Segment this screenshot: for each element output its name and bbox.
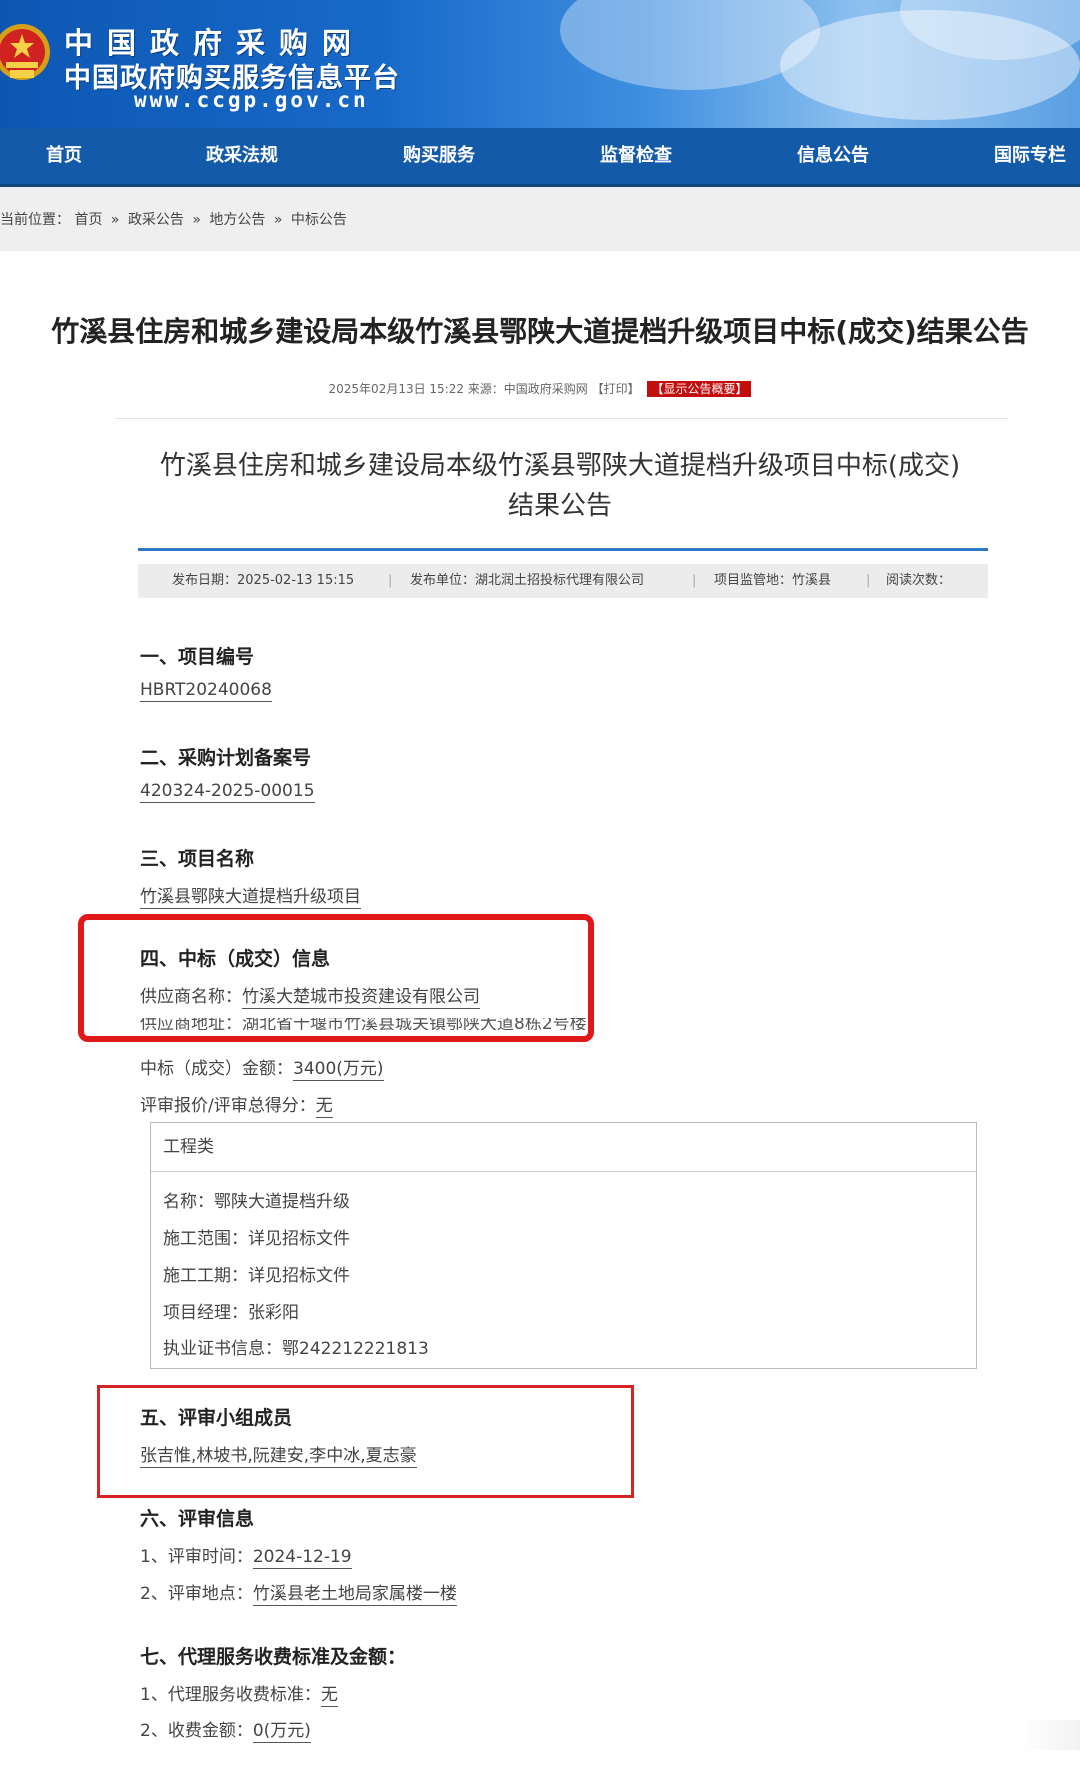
highlight-award-info <box>78 914 594 1042</box>
review-time-label: 1、评审时间： <box>140 1547 253 1567</box>
nav-item-purchase-services[interactable]: 购买服务 <box>403 128 475 184</box>
main-nav: 首页 政采法规 购买服务 监督检查 信息公告 国际专栏 <box>0 128 1080 187</box>
nav-item-international[interactable]: 国际专栏 <box>994 128 1066 184</box>
site-banner: 中国政府采购网 中国政府购买服务信息平台 www.ccgp.gov.cn <box>0 0 1080 128</box>
divider <box>115 418 1008 419</box>
info-divider: | <box>692 573 697 588</box>
scroll-indicator <box>1020 1720 1080 1750</box>
project-detail-row: 施工范围：详见招标文件 <box>163 1229 350 1249</box>
project-detail-row: 项目经理：张彩阳 <box>163 1303 299 1323</box>
announcement-title-line1: 竹溪县住房和城乡建设局本级竹溪县鄂陕大道提档升级项目中标(成交) <box>159 451 961 481</box>
project-number-value: HBRT20240068 <box>140 680 272 702</box>
article-meta: 2025年02月13日 15:22 来源：中国政府采购网 【打印】 【显示公告概… <box>0 380 1080 397</box>
review-score-row: 评审报价/评审总得分：无 <box>140 1091 333 1118</box>
nav-item-home[interactable]: 首页 <box>46 128 82 184</box>
project-detail-row: 名称：鄂陕大道提档升级 <box>163 1192 350 1212</box>
plan-record-value: 420324-2025-00015 <box>140 781 315 803</box>
highlight-review-panel <box>97 1385 634 1498</box>
review-place-row: 2、评审地点：竹溪县老土地局家属楼一楼 <box>140 1579 457 1606</box>
show-summary-button[interactable]: 【显示公告概要】 <box>647 381 752 397</box>
section-heading-project-name: 三、项目名称 <box>140 848 255 870</box>
supervision-location: 项目监管地：竹溪县 <box>714 573 832 588</box>
announcement-info-bar: 发布日期：2025-02-13 15:15 | 发布单位：湖北润土招投标代理有限… <box>138 564 988 598</box>
banner-cloud <box>560 0 820 90</box>
breadcrumb-link-award-announcements[interactable]: 中标公告 <box>291 212 347 228</box>
breadcrumb: 当前位置： 首页 » 政采公告 » 地方公告 » 中标公告 <box>0 187 1080 251</box>
title-underline <box>138 548 988 551</box>
project-name-value: 竹溪县鄂陕大道提档升级项目 <box>140 887 361 909</box>
agency-fee-amount-row: 2、收费金额：0(万元) <box>140 1716 311 1743</box>
review-time-value: 2024-12-19 <box>252 1547 352 1569</box>
review-time-row: 1、评审时间：2024-12-19 <box>140 1542 352 1569</box>
announcement-title: 竹溪县住房和城乡建设局本级竹溪县鄂陕大道提档升级项目中标(成交) 结果公告 <box>120 446 1000 526</box>
project-detail-row: 执业证书信息：鄂242212221813 <box>163 1339 429 1359</box>
award-amount-value: 3400(万元) <box>293 1059 384 1081</box>
breadcrumb-separator: » <box>273 212 283 228</box>
section-heading-project-number: 一、项目编号 <box>140 646 255 668</box>
agency-fee-amount-value: 0(万元) <box>252 1721 311 1743</box>
award-amount-label: 中标（成交）金额： <box>140 1059 293 1079</box>
breadcrumb-prefix: 当前位置： <box>0 212 70 228</box>
read-count: 阅读次数： <box>886 573 952 588</box>
section-heading-plan-record: 二、采购计划备案号 <box>140 747 312 769</box>
breadcrumb-link-home[interactable]: 首页 <box>74 212 102 228</box>
nav-item-announcements[interactable]: 信息公告 <box>797 128 869 184</box>
section-heading-agency-fee: 七、代理服务收费标准及金额： <box>140 1646 407 1668</box>
info-divider: | <box>388 573 393 588</box>
breadcrumb-link-gov-announcements[interactable]: 政采公告 <box>128 212 184 228</box>
breadcrumb-separator: » <box>110 212 120 228</box>
agency-fee-standard-label: 1、代理服务收费标准： <box>140 1685 321 1705</box>
section-heading-review-info: 六、评审信息 <box>140 1508 255 1530</box>
publisher: 发布单位：湖北润土招投标代理有限公司 <box>410 573 645 588</box>
nav-item-supervision[interactable]: 监督检查 <box>600 128 672 184</box>
agency-fee-standard-value: 无 <box>320 1685 338 1707</box>
agency-fee-standard-row: 1、代理服务收费标准：无 <box>140 1680 338 1707</box>
review-score-label: 评审报价/评审总得分： <box>140 1096 316 1116</box>
nav-item-regulations[interactable]: 政采法规 <box>206 128 278 184</box>
breadcrumb-separator: » <box>192 212 201 228</box>
site-url[interactable]: www.ccgp.gov.cn <box>134 88 369 112</box>
award-amount-row: 中标（成交）金额：3400(万元) <box>140 1054 384 1081</box>
info-divider: | <box>866 573 871 588</box>
agency-fee-amount-label: 2、收费金额： <box>140 1721 253 1741</box>
announcement-title-line2: 结果公告 <box>507 491 612 521</box>
project-detail-row: 施工工期：详见招标文件 <box>163 1266 350 1286</box>
review-place-label: 2、评审地点： <box>140 1584 253 1604</box>
project-details-table: 工程类 名称：鄂陕大道提档升级 施工范围：详见招标文件 施工工期：详见招标文件 … <box>150 1122 977 1369</box>
breadcrumb-link-local-announcements[interactable]: 地方公告 <box>209 212 265 228</box>
article-meta-text: 2025年02月13日 15:22 来源：中国政府采购网 【打印】 <box>328 382 640 396</box>
publish-date: 发布日期：2025-02-13 15:15 <box>172 573 355 588</box>
review-place-value: 竹溪县老土地局家属楼一楼 <box>252 1584 457 1606</box>
page-title: 竹溪县住房和城乡建设局本级竹溪县鄂陕大道提档升级项目中标(成交)结果公告 <box>51 315 1029 348</box>
review-score-value: 无 <box>315 1096 333 1118</box>
national-emblem-icon <box>0 24 50 80</box>
project-category-header: 工程类 <box>151 1123 976 1172</box>
